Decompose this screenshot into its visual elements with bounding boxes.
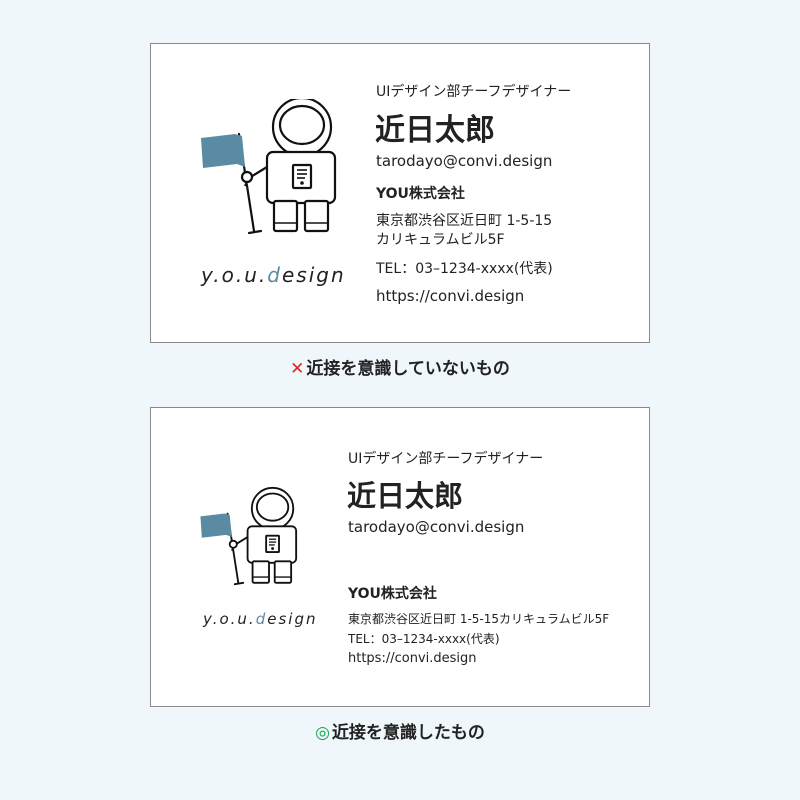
company-name: YOU株式会社: [348, 586, 437, 602]
business-card-without-proximity: y.o.u.design UIデザイン部チーフデザイナー 近日太郎 taroda…: [150, 43, 650, 343]
email-address: tarodayo@convi.design: [376, 152, 553, 170]
cross-mark-icon: ✕: [290, 359, 305, 379]
website-url: https://convi.design: [376, 287, 525, 305]
double-circle-mark-icon: ◎: [315, 723, 330, 743]
job-title: UIデザイン部チーフデザイナー: [376, 84, 572, 100]
phone-number: TEL：03–1234-xxxx(代表): [376, 261, 553, 277]
person-name: 近日太郎: [347, 479, 464, 513]
address-line-2: カリキュラムビル5F: [376, 232, 505, 248]
bad-example-caption: ✕ 近接を意識していないもの: [290, 359, 510, 379]
good-example-caption: ◎ 近接を意識したもの: [315, 723, 485, 743]
company-logo-text: y.o.u.design: [203, 610, 318, 628]
email-address: tarodayo@convi.design: [348, 518, 525, 536]
job-title: UIデザイン部チーフデザイナー: [348, 451, 544, 467]
phone-number: TEL：03–1234-xxxx(代表): [348, 632, 500, 646]
business-card-with-proximity: y.o.u.design UIデザイン部チーフデザイナー 近日太郎 taroda…: [150, 407, 650, 707]
person-name: 近日太郎: [375, 113, 495, 148]
astronaut-with-flag-icon: [199, 99, 339, 239]
company-logo-text: y.o.u.design: [201, 263, 346, 287]
address: 東京都渋谷区近日町 1-5-15カリキュラムビル5F: [348, 612, 610, 626]
astronaut-with-flag-icon: [199, 486, 299, 591]
website-url: https://convi.design: [348, 651, 477, 666]
company-name: YOU株式会社: [376, 186, 465, 202]
address-line-1: 東京都渋谷区近日町 1-5-15: [376, 213, 553, 229]
